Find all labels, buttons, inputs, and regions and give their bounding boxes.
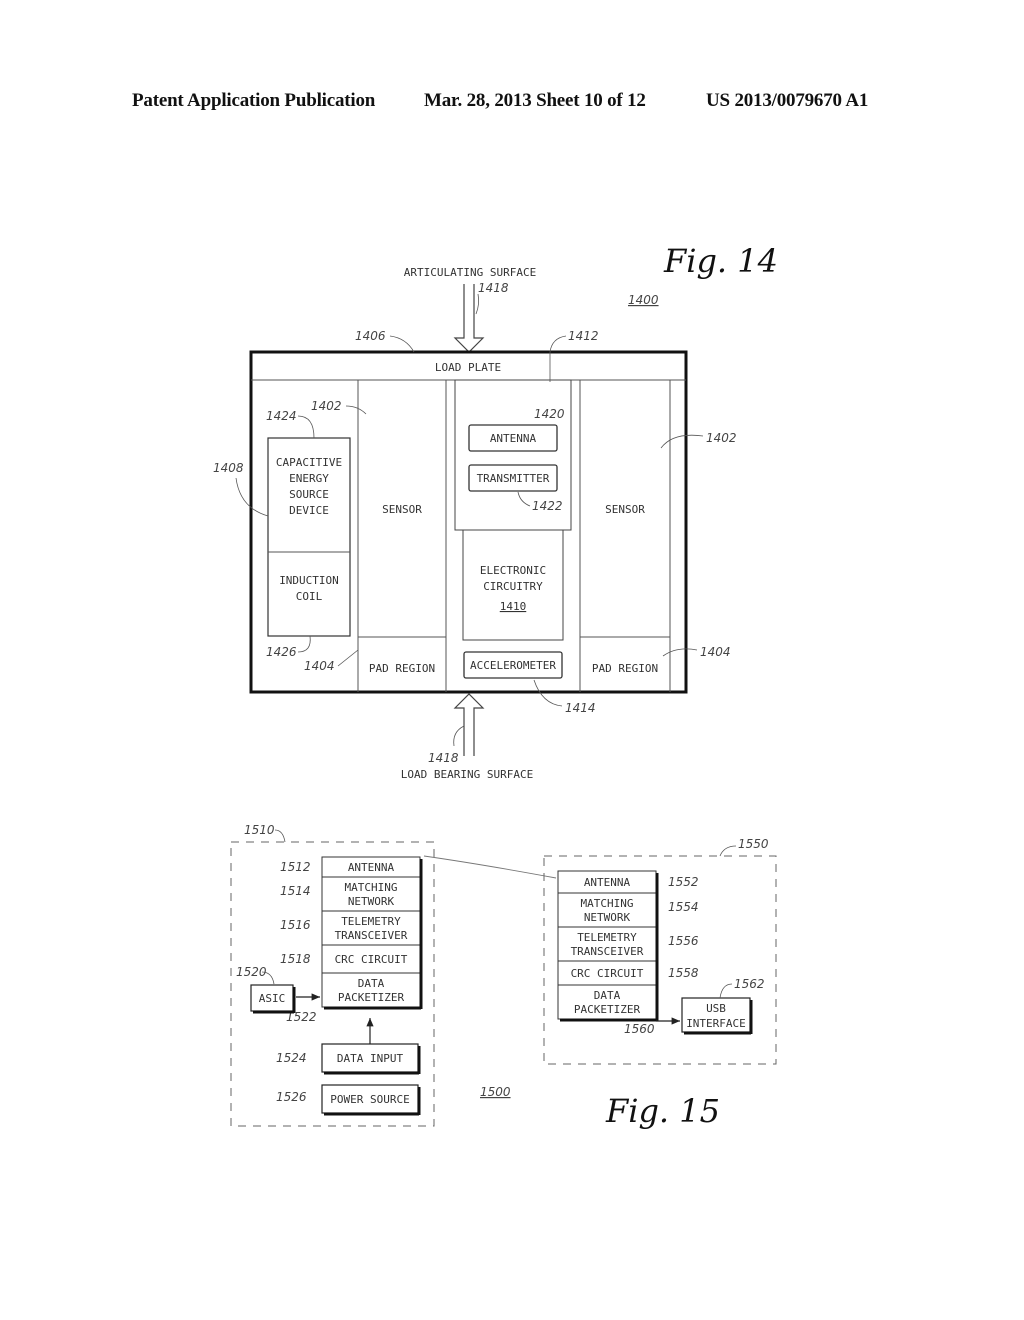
svg-text:INDUCTION: INDUCTION — [279, 574, 339, 587]
capacitive-ref: 1424 — [266, 409, 297, 423]
figure-15: 1510 ANTENNA1512MATCHINGNETWORK1514TELEM… — [230, 823, 777, 1130]
power-source-ref: 1526 — [276, 1090, 307, 1104]
left-stack-block-ref: 1512 — [280, 860, 311, 874]
left-stack-block-label: PACKETIZER — [338, 991, 405, 1004]
right-stack-block-label: TELEMETRY — [577, 931, 637, 944]
right-pad-label: PAD REGION — [592, 662, 658, 675]
left-stack-block-ref: 1516 — [280, 918, 311, 932]
asic-label: ASIC — [259, 992, 286, 1005]
left-sensor-label: SENSOR — [382, 503, 422, 516]
right-sensor-ref: 1402 — [706, 431, 737, 445]
right-stack-block-label: CRC CIRCUIT — [571, 967, 644, 980]
svg-text:ELECTRONIC: ELECTRONIC — [480, 564, 546, 577]
load-plate-ref: 1406 — [355, 329, 386, 343]
fig14-ref: 1400 — [628, 293, 659, 307]
left-stack-block: MATCHINGNETWORK 1514 — [280, 876, 421, 912]
svg-text:SOURCE: SOURCE — [289, 488, 329, 501]
right-stack-block-ref: 1556 — [668, 934, 699, 948]
right-stack-block-ref: 1554 — [668, 900, 699, 914]
svg-text:CIRCUITRY: CIRCUITRY — [483, 580, 543, 593]
usb-label-1: USB — [706, 1002, 726, 1015]
right-pad-ref: 1404 — [700, 645, 731, 659]
right-stack-block-label: TRANSCEIVER — [571, 945, 644, 958]
left-pad-ref: 1404 — [304, 659, 335, 673]
capacitive-energy-source-device: CAPACITIVE ENERGY SOURCE DEVICE — [276, 456, 342, 517]
svg-text:ENERGY: ENERGY — [289, 472, 329, 485]
left-stack-block-label: ANTENNA — [348, 861, 395, 874]
left-stack-block-ref: 1514 — [280, 884, 311, 898]
right-stack-block: CRC CIRCUIT 1558 — [557, 960, 699, 986]
bottom-arrow-ref: 1418 — [428, 751, 459, 765]
module-ref: 1412 — [568, 329, 599, 343]
right-stack-block: ANTENNA 1552 — [557, 870, 699, 894]
left-stack-block-label: CRC CIRCUIT — [335, 953, 408, 966]
right-stack-block-label: DATA — [594, 989, 621, 1002]
transmitter-label: TRANSMITTER — [477, 472, 550, 485]
data-input-ref: 1524 — [276, 1051, 307, 1065]
accelerometer-label: ACCELEROMETER — [470, 659, 556, 672]
accelerometer-ref: 1414 — [565, 701, 596, 715]
load-bearing-surface-label: LOAD BEARING SURFACE — [401, 768, 533, 781]
wireless-link — [423, 855, 557, 879]
usb-ref: 1562 — [734, 977, 765, 991]
left-stack-block-label: DATA — [358, 977, 385, 990]
left-stack-block: DATAPACKETIZER — [321, 972, 421, 1008]
patent-drawing: Fig. 14 1400 ARTICULATING SURFACE 1418 L… — [213, 242, 778, 1130]
right-stack-block-ref: 1552 — [668, 875, 699, 889]
svg-text:COIL: COIL — [296, 590, 323, 603]
electronic-circuitry: ELECTRONIC CIRCUITRY 1410 — [480, 564, 546, 613]
left-stack-block-label: NETWORK — [348, 895, 395, 908]
transmitter-group-boundary — [230, 841, 435, 1127]
right-telemetry-stack: ANTENNA 1552 MATCHINGNETWORK 1554 TELEMETRYT… — [557, 870, 699, 1036]
left-stack-block-label: TRANSCEIVER — [335, 929, 408, 942]
left-sensor-ref: 1402 — [311, 399, 342, 413]
power-source-label: POWER SOURCE — [330, 1093, 409, 1106]
antenna-label: ANTENNA — [490, 432, 537, 445]
svg-text:CAPACITIVE: CAPACITIVE — [276, 456, 342, 469]
data-input-label: DATA INPUT — [337, 1052, 404, 1065]
left-stack-block: TELEMETRYTRANSCEIVER 1516 — [280, 910, 421, 946]
left-stack-block: ANTENNA 1512 — [280, 856, 421, 878]
svg-text:1410: 1410 — [500, 600, 527, 613]
left-stack-block-label: MATCHING — [345, 881, 398, 894]
induction-coil: INDUCTION COIL — [279, 574, 339, 603]
right-stack-block-label: NETWORK — [584, 911, 631, 924]
right-group-ref: 1550 — [738, 837, 769, 851]
induction-ref: 1426 — [266, 645, 297, 659]
svg-text:DEVICE: DEVICE — [289, 504, 329, 517]
transmitter-ref: 1422 — [532, 499, 563, 513]
right-stack-block: MATCHINGNETWORK 1554 — [557, 892, 699, 928]
usb-label-2: INTERFACE — [686, 1017, 746, 1030]
articulating-surface-label: ARTICULATING SURFACE — [404, 266, 536, 279]
antenna-ref: 1420 — [534, 407, 565, 421]
right-stack-block-label: ANTENNA — [584, 876, 631, 889]
up-arrow-icon — [453, 693, 485, 756]
right-sensor-label: SENSOR — [605, 503, 645, 516]
right-stack-block-ref: 1558 — [668, 966, 699, 980]
right-stack-block-label: MATCHING — [581, 897, 634, 910]
right-stack-last-ref: 1560 — [624, 1022, 655, 1036]
left-group-ref: 1510 — [244, 823, 275, 837]
right-stack-block: TELEMETRYTRANSCEIVER 1556 — [557, 926, 699, 962]
right-stack-block-label: PACKETIZER — [574, 1003, 641, 1016]
top-arrow-ref: 1418 — [478, 281, 509, 295]
left-telemetry-stack: ANTENNA 1512 MATCHINGNETWORK 1514 TELEMETRYT… — [280, 856, 423, 1024]
fig14-title: Fig. 14 — [663, 242, 778, 280]
left-stack-block-label: TELEMETRY — [341, 915, 401, 928]
right-stack-block: DATAPACKETIZER — [557, 984, 657, 1020]
left-pad-label: PAD REGION — [369, 662, 435, 675]
figure-14: Fig. 14 1400 ARTICULATING SURFACE 1418 L… — [213, 242, 778, 781]
enclosure-ref: 1408 — [213, 461, 244, 475]
load-plate-label: LOAD PLATE — [435, 361, 501, 374]
fig15-ref: 1500 — [480, 1085, 511, 1099]
left-stack-block: CRC CIRCUIT 1518 — [280, 944, 421, 974]
fig15-title: Fig. 15 — [605, 1092, 720, 1130]
left-stack-block-ref: 1518 — [280, 952, 311, 966]
